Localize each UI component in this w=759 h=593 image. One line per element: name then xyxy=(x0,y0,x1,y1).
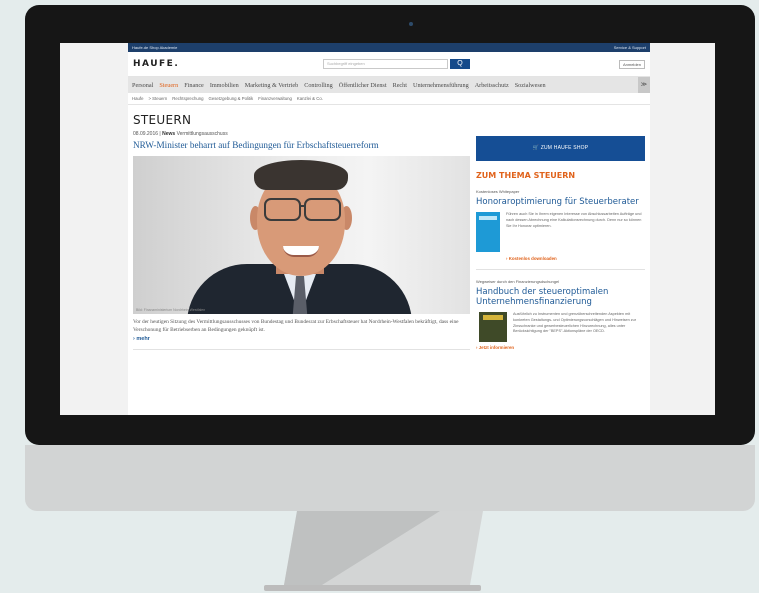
divider xyxy=(133,349,470,350)
article-teaser: Vor der heutigen Sitzung des Vermittlung… xyxy=(133,319,459,333)
nav-item-recht[interactable]: Recht xyxy=(393,82,407,89)
download-link[interactable]: › Kostenlos downloaden xyxy=(506,256,645,261)
web-page: Haufe.de Shop Akademie Service & Support… xyxy=(128,43,650,415)
content-area: STEUERN 08.09.2016 | News Vermittlungsau… xyxy=(128,105,650,350)
article-topic[interactable]: Vermittlungsausschuss xyxy=(177,131,228,137)
nav-item-marketing[interactable]: Marketing & Vertrieb xyxy=(245,82,299,89)
more-link-label: mehr xyxy=(136,336,150,342)
article-headline[interactable]: NRW-Minister beharrt auf Bedingungen für… xyxy=(133,140,470,150)
subnav-kanzlei[interactable]: Kanzlei & Co. xyxy=(297,96,323,101)
main-navigation: Personal Steuern Finance Immobilien Mark… xyxy=(128,77,650,93)
article-category: News xyxy=(162,131,176,137)
more-info-link[interactable]: › Jetzt informieren xyxy=(476,345,645,350)
download-link-label: Kostenlos downloaden xyxy=(508,256,557,261)
more-link[interactable]: › mehr xyxy=(133,336,470,342)
sidebar: 🛒 ZUM HAUFE SHOP ZUM THEMA STEUERN Koste… xyxy=(476,105,645,350)
whitepaper-title[interactable]: Honoraroptimierung für Steuerberater xyxy=(476,197,645,207)
nav-item-sozialwesen[interactable]: Sozialwesen xyxy=(515,82,546,89)
article-column: STEUERN 08.09.2016 | News Vermittlungsau… xyxy=(133,105,470,350)
breadcrumb-steuern[interactable]: > Steuern xyxy=(148,96,167,101)
whitepaper-item: Führen auch Sie in Ihrem eigenen Interes… xyxy=(476,212,645,252)
cart-icon: 🛒 xyxy=(532,145,541,151)
monitor-screen: Haufe.de Shop Akademie Service & Support… xyxy=(60,43,715,415)
handbook-title[interactable]: Handbuch der steueroptimalen Unternehmen… xyxy=(476,287,645,307)
article-meta: 08.09.2016 | News Vermittlungsausschuss xyxy=(133,131,228,137)
search-icon: Q xyxy=(457,60,463,67)
top-bar-links[interactable]: Haufe.de Shop Akademie xyxy=(132,43,177,52)
whitepaper-text: Führen auch Sie in Ihrem eigenen Interes… xyxy=(506,212,642,228)
photo-caption: Bild: Finanzministerium Nordrhein-Westfa… xyxy=(136,308,206,312)
sidebar-box-title: ZUM THEMA STEUERN xyxy=(476,171,576,180)
nav-item-controlling[interactable]: Controlling xyxy=(304,82,333,89)
handbook-text: Ausführlich zu Instrumenten und grenzübe… xyxy=(513,312,637,334)
nav-item-immobilien[interactable]: Immobilien xyxy=(210,82,239,89)
photo-smile xyxy=(283,246,319,257)
monitor-stand xyxy=(284,511,483,585)
article-date: 08.09.2016 xyxy=(133,131,159,137)
top-bar: Haufe.de Shop Akademie Service & Support xyxy=(128,43,650,52)
nav-item-finance[interactable]: Finance xyxy=(184,82,204,89)
handbook-item: Ausführlich zu Instrumenten und grenzübe… xyxy=(476,312,645,342)
handbook-cover[interactable] xyxy=(479,312,507,342)
breadcrumb-home[interactable]: Haufe xyxy=(132,96,143,101)
camera-dot xyxy=(409,22,413,26)
article-photo[interactable]: Bild: Finanzministerium Nordrhein-Westfa… xyxy=(133,156,470,314)
subnav-rechtsprechung[interactable]: Rechtsprechung xyxy=(172,96,203,101)
subnav-gesetzgebung[interactable]: Gesetzgebung & Politik xyxy=(209,96,254,101)
shop-button-label: ZUM HAUFE SHOP xyxy=(540,145,589,151)
more-info-label: Jetzt informieren xyxy=(478,345,515,350)
handbook-kicker: Wegweiser durch den Finanzierungsdschung… xyxy=(476,279,560,284)
divider xyxy=(476,269,645,270)
stand-foot xyxy=(264,585,481,591)
whitepaper-kicker: Kostenloses Whitepaper xyxy=(476,189,520,194)
photo-glasses-bridge xyxy=(300,205,306,207)
site-header: HAUFE. Suchbegriff eingeben Q Anmelden xyxy=(128,52,650,77)
service-link[interactable]: Service & Support xyxy=(614,43,646,52)
haufe-logo[interactable]: HAUFE. xyxy=(133,59,323,69)
monitor-chin xyxy=(25,445,755,511)
nav-item-arbeitsschutz[interactable]: Arbeitsschutz xyxy=(475,82,509,89)
nav-item-personal[interactable]: Personal xyxy=(132,82,153,89)
photo-hair xyxy=(254,160,348,190)
whitepaper-cover[interactable] xyxy=(476,212,500,252)
sub-navigation: Haufe > Steuern Rechtsprechung Gesetzgeb… xyxy=(128,93,650,105)
login-button[interactable]: Anmelden xyxy=(618,59,645,69)
search-button[interactable]: Q xyxy=(450,59,470,69)
shop-button[interactable]: 🛒 ZUM HAUFE SHOP xyxy=(476,136,645,161)
subnav-finanzverwaltung[interactable]: Finanzverwaltung xyxy=(258,96,292,101)
nav-next-icon[interactable]: ≫ xyxy=(638,77,650,93)
nav-item-steuern[interactable]: Steuern xyxy=(159,82,178,89)
nav-item-oeffentlicher-dienst[interactable]: Öffentlicher Dienst xyxy=(339,82,387,89)
search-input[interactable]: Suchbegriff eingeben xyxy=(323,59,448,69)
photo-glasses-left xyxy=(264,198,301,221)
page-title: STEUERN xyxy=(133,113,192,127)
nav-item-unternehmensfuehrung[interactable]: Unternehmensführung xyxy=(413,82,469,89)
photo-glasses-right xyxy=(304,198,341,221)
